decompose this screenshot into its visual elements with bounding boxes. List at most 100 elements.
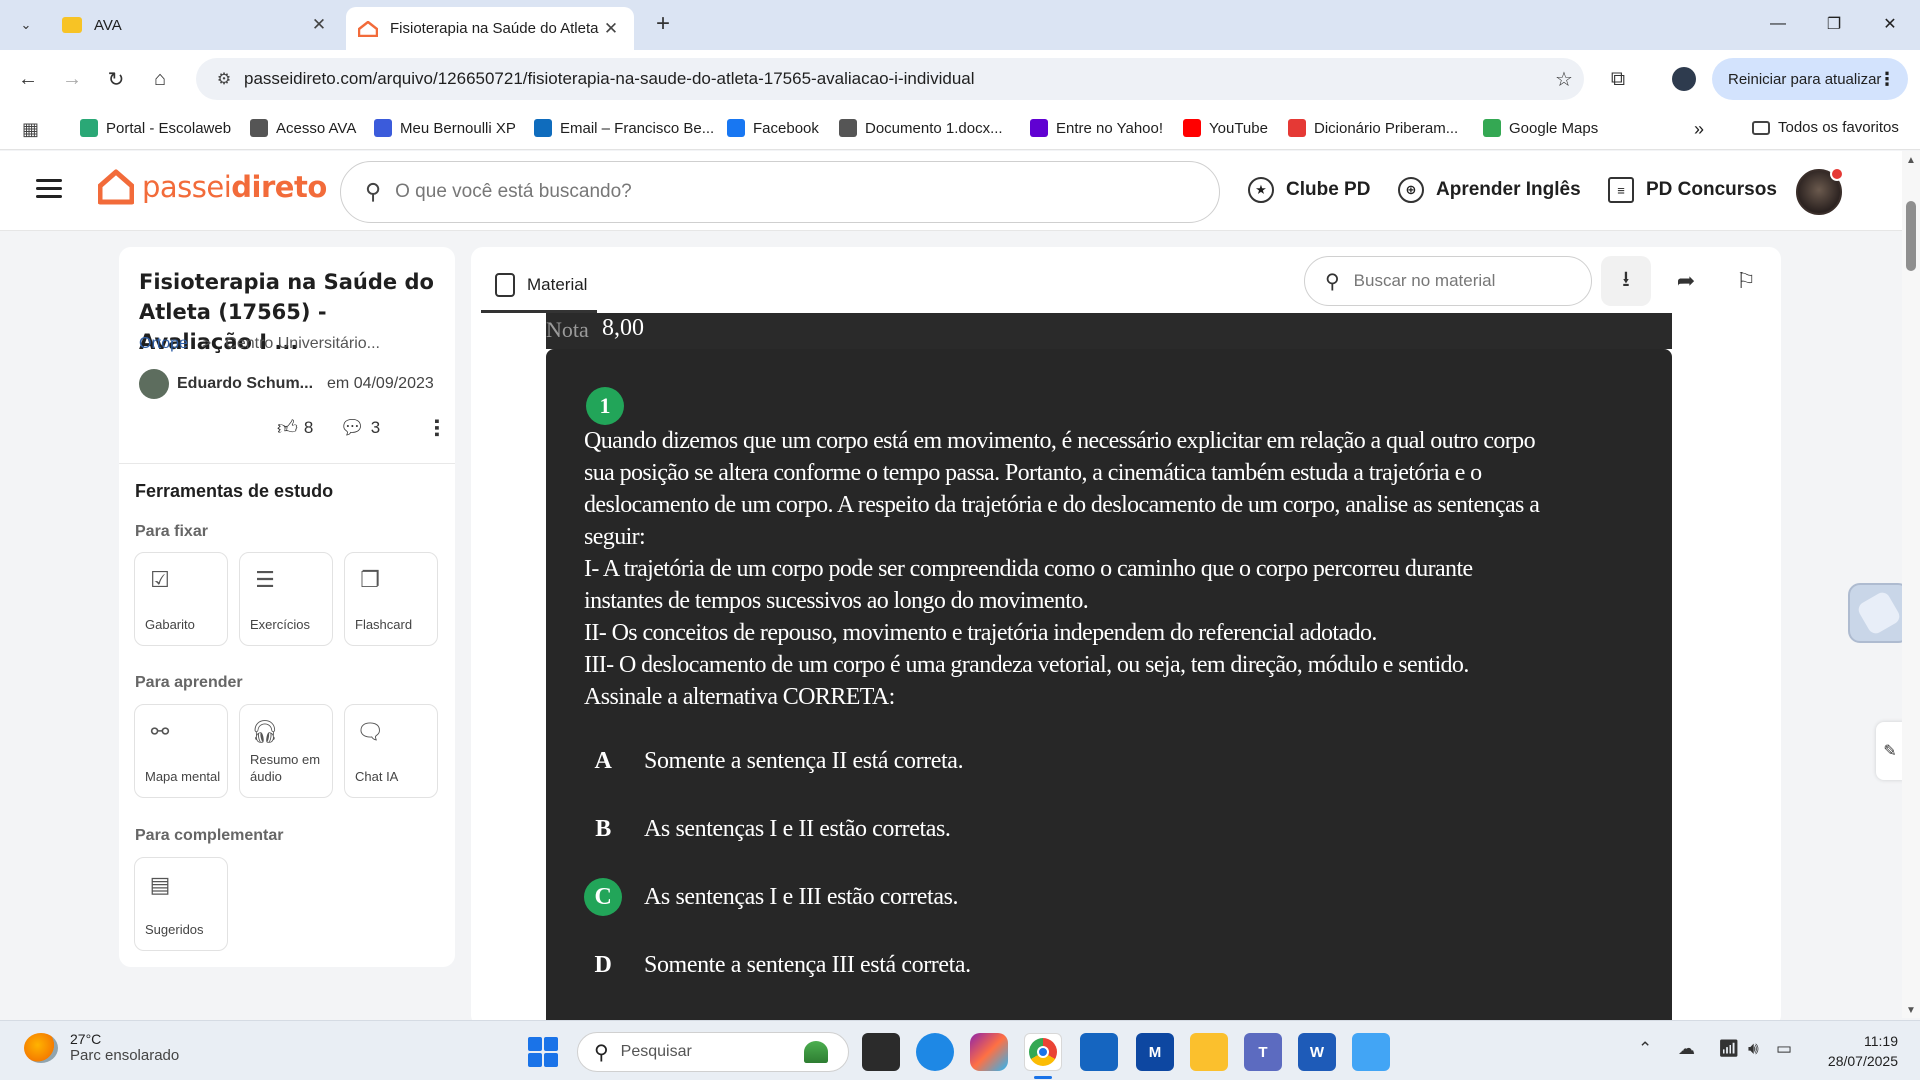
checklist-icon: ☰	[255, 567, 275, 592]
bookmark-item[interactable]: Dicionário Priberam...	[1288, 119, 1458, 137]
bookmark-item[interactable]: Documento 1.docx...	[839, 119, 1003, 137]
logo-word-1: passei	[142, 170, 232, 204]
answer-option: A Somente a sentença II está correta.	[584, 742, 964, 780]
file-explorer-icon[interactable]	[1190, 1033, 1228, 1071]
chevron-up-icon[interactable]: ⌃	[1638, 1039, 1652, 1059]
tool-flashcard[interactable]: ❐ Flashcard	[344, 552, 438, 646]
tool-gabarito[interactable]: ☑ Gabarito	[134, 552, 228, 646]
floating-edit-button[interactable]	[1848, 583, 1910, 643]
tab-fisioterapia[interactable]: Fisioterapia na Saúde do Atleta ✕	[346, 7, 634, 50]
bookmark-item[interactable]: Entre no Yahoo!	[1030, 119, 1163, 137]
bookmark-item[interactable]: Acesso AVA	[250, 119, 356, 137]
share-button[interactable]: ➦	[1661, 256, 1711, 306]
breadcrumb-subject[interactable]: Ortope	[139, 335, 188, 353]
minimize-button[interactable]: —	[1750, 0, 1806, 48]
nav-pd-concursos[interactable]: ≡ PD Concursos	[1608, 177, 1777, 203]
tab-ava[interactable]: AVA ✕	[50, 7, 342, 43]
tool-resumo-audio[interactable]: 🎧︎ Resumo em áudio	[239, 704, 333, 798]
reload-button[interactable]: ↻	[100, 63, 132, 95]
side-panel-toggle[interactable]: ✎	[1876, 722, 1904, 780]
nav-aprender-ingles[interactable]: ⊕ Aprender Inglês	[1398, 177, 1581, 203]
edge-icon[interactable]	[916, 1033, 954, 1071]
like-button[interactable]: 👍︎ 8	[277, 416, 313, 440]
battery-icon[interactable]: ▭	[1776, 1039, 1792, 1059]
site-search-input[interactable]: ⚲ O que você está buscando?	[340, 161, 1220, 223]
back-button[interactable]: ←	[12, 63, 44, 95]
copilot-icon[interactable]	[970, 1033, 1008, 1071]
bookmark-item[interactable]: Facebook	[727, 119, 819, 137]
store-icon[interactable]	[1080, 1033, 1118, 1071]
author-name[interactable]: Eduardo Schum...	[177, 375, 313, 393]
author-avatar[interactable]	[139, 369, 169, 399]
tool-exercicios[interactable]: ☰ Exercícios	[239, 552, 333, 646]
cloud-icon[interactable]: ☁	[1678, 1039, 1695, 1059]
all-bookmarks-folder[interactable]: Todos os favoritos	[1752, 119, 1899, 136]
volume-icon[interactable]: 🔊︎	[1748, 1039, 1759, 1059]
answer-letter: A	[594, 747, 612, 774]
apps-grid-icon[interactable]: ▦	[22, 119, 39, 140]
teams-icon[interactable]: T	[1244, 1033, 1282, 1071]
close-icon[interactable]: ✕	[600, 19, 622, 39]
weather-widget[interactable]: 27°C Parc ensolarado	[24, 1031, 179, 1064]
close-window-button[interactable]: ✕	[1862, 0, 1918, 48]
signature-icon: ✎	[1883, 743, 1897, 760]
passeidireto-logo[interactable]: passei direto	[98, 169, 327, 205]
close-icon[interactable]: ✕	[308, 15, 330, 35]
hamburger-menu-icon[interactable]	[36, 179, 62, 201]
group-label-aprender: Para aprender	[135, 674, 243, 691]
site-info-icon[interactable]: ⚙	[204, 69, 244, 89]
home-button[interactable]: ⌂	[144, 63, 176, 95]
answer-option: D Somente a sentença III está correta.	[584, 946, 972, 984]
bookmark-star-icon[interactable]: ☆	[1544, 67, 1584, 92]
bookmark-item[interactable]: Portal - Escolaweb	[80, 119, 231, 137]
tool-mapa-mental[interactable]: ⚯ Mapa mental	[134, 704, 228, 798]
clipboard-check-icon: ☑	[150, 567, 170, 592]
extensions-button[interactable]: ⧉	[1602, 63, 1634, 95]
answer-text: As sentenças I e II estão corretas.	[644, 815, 951, 842]
bookmark-item[interactable]: Google Maps	[1483, 119, 1598, 137]
pen-app-icon[interactable]	[1352, 1033, 1390, 1071]
save-button[interactable]: ⚐	[1721, 256, 1771, 306]
scroll-down-icon[interactable]: ▼	[1906, 1005, 1916, 1016]
new-tab-button[interactable]: +	[648, 10, 678, 40]
question-line: Assinale a alternativa CORRETA:	[584, 684, 895, 710]
material-search-input[interactable]: ⚲ Buscar no material	[1304, 256, 1592, 306]
update-restart-button[interactable]: Reiniciar para atualizar ⋮	[1712, 58, 1908, 100]
more-options-icon[interactable]: ⋯	[424, 418, 448, 438]
profile-avatar-icon	[1672, 67, 1696, 91]
chrome-icon[interactable]	[1024, 1033, 1062, 1071]
bookmark-item[interactable]: YouTube	[1183, 119, 1268, 137]
tab-search-button[interactable]: ⌄	[10, 9, 42, 41]
clock-date: 28/07/2025	[1827, 1053, 1898, 1069]
tool-label: Flashcard	[355, 617, 413, 632]
system-clock[interactable]: 11:19 28/07/2025	[1808, 1031, 1898, 1071]
tool-chat-ia[interactable]: 🗨︎ Chat IA	[344, 704, 438, 798]
search-icon: ⚲	[594, 1041, 609, 1064]
more-bookmarks-icon[interactable]: »	[1694, 119, 1704, 140]
priberam-icon	[1288, 119, 1306, 137]
taskbar-search[interactable]: ⚲ Pesquisar	[577, 1032, 849, 1072]
bookmark-item[interactable]: Email – Francisco Be...	[534, 119, 714, 137]
profile-button[interactable]	[1668, 63, 1700, 95]
tab-material[interactable]: Material	[481, 265, 601, 305]
tool-sugeridos[interactable]: ▤ Sugeridos	[134, 857, 228, 951]
windows-start-icon[interactable]	[528, 1037, 558, 1067]
word-icon[interactable]: W	[1298, 1033, 1336, 1071]
nav-clube-pd[interactable]: ★ Clube PD	[1248, 177, 1370, 203]
restore-button[interactable]: ❐	[1806, 0, 1862, 48]
bookmark-label: Documento 1.docx...	[865, 119, 1003, 137]
url-text[interactable]: passeidireto.com/arquivo/126650721/fisio…	[244, 69, 1544, 89]
scroll-thumb[interactable]	[1906, 201, 1916, 271]
comment-button[interactable]: 💬︎ 3	[339, 415, 380, 440]
page-scrollbar[interactable]: ▲ ▼	[1902, 151, 1920, 1018]
download-button[interactable]: ⭳	[1601, 256, 1651, 306]
scroll-up-icon[interactable]: ▲	[1906, 155, 1916, 166]
address-bar[interactable]: ⚙ passeidireto.com/arquivo/126650721/fis…	[196, 58, 1584, 100]
breadcrumb-institution[interactable]: Centro Universitário...	[225, 335, 380, 353]
ava-app-icon[interactable]: M	[1136, 1033, 1174, 1071]
maps-pin-icon	[1483, 119, 1501, 137]
task-view-icon[interactable]	[862, 1033, 900, 1071]
forward-button[interactable]: →	[56, 63, 88, 95]
wifi-icon[interactable]: 📶︎	[1718, 1039, 1740, 1059]
bookmark-item[interactable]: Meu Bernoulli XP	[374, 119, 516, 137]
